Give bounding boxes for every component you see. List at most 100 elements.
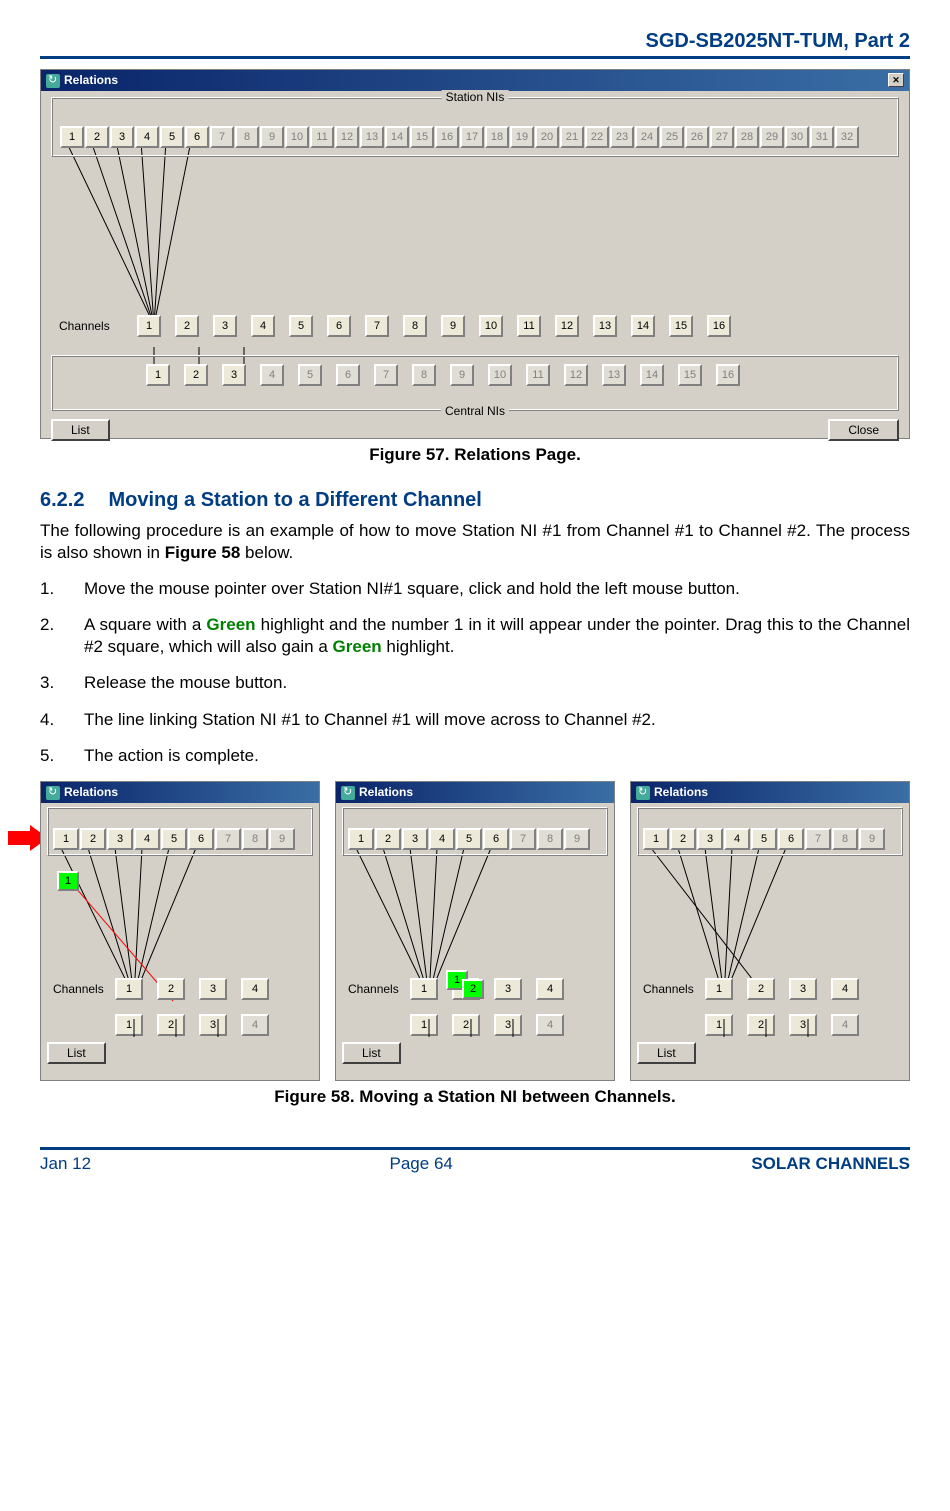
channels-label: Channels	[53, 982, 104, 996]
cell-5[interactable]: 5	[160, 126, 184, 148]
drag-ghost-cell[interactable]: 1	[57, 871, 79, 891]
cell-22: 22	[585, 126, 609, 148]
cell-4[interactable]: 4	[241, 978, 269, 1000]
cell-3[interactable]: 3	[402, 828, 428, 850]
cell-5[interactable]: 5	[456, 828, 482, 850]
list-button[interactable]: List	[637, 1042, 696, 1064]
close-button[interactable]: Close	[828, 419, 899, 441]
relations-window-a: Relations	[40, 781, 320, 1081]
cell-32: 32	[835, 126, 859, 148]
window-titlebar[interactable]: Relations	[336, 782, 614, 803]
cell-7[interactable]: 7	[365, 315, 389, 337]
cell-1[interactable]: 1	[705, 978, 733, 1000]
cell-1[interactable]: 1	[60, 126, 84, 148]
cell-5[interactable]: 5	[161, 828, 187, 850]
cell-1[interactable]: 1	[137, 315, 161, 337]
drop-target-cell[interactable]: 2	[462, 979, 484, 999]
cell-11: 11	[310, 126, 334, 148]
cell-1[interactable]: 1	[348, 828, 374, 850]
figure-58-trio: Relations	[40, 781, 910, 1081]
cell-2[interactable]: 2	[747, 1014, 775, 1036]
section-number: 6.2.2	[40, 489, 84, 512]
cell-4[interactable]: 4	[135, 126, 159, 148]
cell-2[interactable]: 2	[80, 828, 106, 850]
cell-1[interactable]: 1	[410, 1014, 438, 1036]
cell-9: 9	[260, 126, 284, 148]
cell-4[interactable]: 4	[536, 978, 564, 1000]
cell-1[interactable]: 1	[705, 1014, 733, 1036]
cell-3[interactable]: 3	[110, 126, 134, 148]
cell-2[interactable]: 2	[157, 1014, 185, 1036]
cell-4[interactable]: 4	[134, 828, 160, 850]
cell-12[interactable]: 12	[555, 315, 579, 337]
page-footer: Jan 12 Page 64 SOLAR CHANNELS	[40, 1147, 910, 1174]
cell-15[interactable]: 15	[669, 315, 693, 337]
cell-1[interactable]: 1	[53, 828, 79, 850]
cell-6[interactable]: 6	[188, 828, 214, 850]
cell-6[interactable]: 6	[185, 126, 209, 148]
cell-10: 10	[285, 126, 309, 148]
cell-3[interactable]: 3	[213, 315, 237, 337]
cell-15: 15	[410, 126, 434, 148]
window-titlebar[interactable]: Relations	[631, 782, 909, 803]
cell-9: 9	[269, 828, 295, 850]
cell-3[interactable]: 3	[107, 828, 133, 850]
figure-58-caption: Figure 58. Moving a Station NI between C…	[40, 1087, 910, 1107]
cell-1[interactable]: 1	[410, 978, 438, 1000]
cell-6[interactable]: 6	[778, 828, 804, 850]
cell-13[interactable]: 13	[593, 315, 617, 337]
cell-14: 14	[640, 364, 664, 386]
step-4: 4.The line linking Station NI #1 to Chan…	[40, 709, 910, 731]
footer-date: Jan 12	[40, 1154, 91, 1174]
cell-25: 25	[660, 126, 684, 148]
cell-1[interactable]: 1	[643, 828, 669, 850]
cell-3[interactable]: 3	[199, 978, 227, 1000]
cell-4[interactable]: 4	[429, 828, 455, 850]
cell-6[interactable]: 6	[483, 828, 509, 850]
cell-2[interactable]: 2	[670, 828, 696, 850]
cell-2[interactable]: 2	[747, 978, 775, 1000]
cell-5[interactable]: 5	[751, 828, 777, 850]
cell-2[interactable]: 2	[175, 315, 199, 337]
list-button[interactable]: List	[342, 1042, 401, 1064]
cell-3[interactable]: 3	[789, 978, 817, 1000]
cell-1[interactable]: 1	[146, 364, 170, 386]
cell-9: 9	[564, 828, 590, 850]
cell-8[interactable]: 8	[403, 315, 427, 337]
cell-14[interactable]: 14	[631, 315, 655, 337]
station-label: Station NIs	[442, 90, 509, 104]
cell-3[interactable]: 3	[789, 1014, 817, 1036]
cell-1[interactable]: 1	[115, 1014, 143, 1036]
cell-3[interactable]: 3	[199, 1014, 227, 1036]
cell-3[interactable]: 3	[494, 1014, 522, 1036]
cell-3[interactable]: 3	[222, 364, 246, 386]
cell-2[interactable]: 2	[375, 828, 401, 850]
cell-8: 8	[412, 364, 436, 386]
close-icon[interactable]	[888, 73, 904, 87]
cell-6[interactable]: 6	[327, 315, 351, 337]
relations-window-c: Relations 123456789 Ch	[630, 781, 910, 1081]
window-titlebar[interactable]: Relations	[41, 782, 319, 803]
cell-2[interactable]: 2	[184, 364, 208, 386]
cell-1[interactable]: 1	[115, 978, 143, 1000]
cell-3[interactable]: 3	[494, 978, 522, 1000]
cell-3[interactable]: 3	[697, 828, 723, 850]
cell-4[interactable]: 4	[251, 315, 275, 337]
list-button[interactable]: List	[47, 1042, 106, 1064]
cell-16[interactable]: 16	[707, 315, 731, 337]
footer-title: SOLAR CHANNELS	[751, 1154, 910, 1174]
cell-10[interactable]: 10	[479, 315, 503, 337]
cell-4[interactable]: 4	[724, 828, 750, 850]
cell-9[interactable]: 9	[441, 315, 465, 337]
list-button[interactable]: List	[51, 419, 110, 441]
cell-12: 12	[335, 126, 359, 148]
cell-11[interactable]: 11	[517, 315, 541, 337]
cell-4[interactable]: 4	[831, 978, 859, 1000]
cell-31: 31	[810, 126, 834, 148]
cell-2[interactable]: 2	[452, 1014, 480, 1036]
cell-2[interactable]: 2	[85, 126, 109, 148]
relations-icon	[46, 74, 60, 88]
cell-2[interactable]: 2	[157, 978, 185, 1000]
cell-5[interactable]: 5	[289, 315, 313, 337]
window-titlebar[interactable]: Relations	[41, 70, 909, 91]
